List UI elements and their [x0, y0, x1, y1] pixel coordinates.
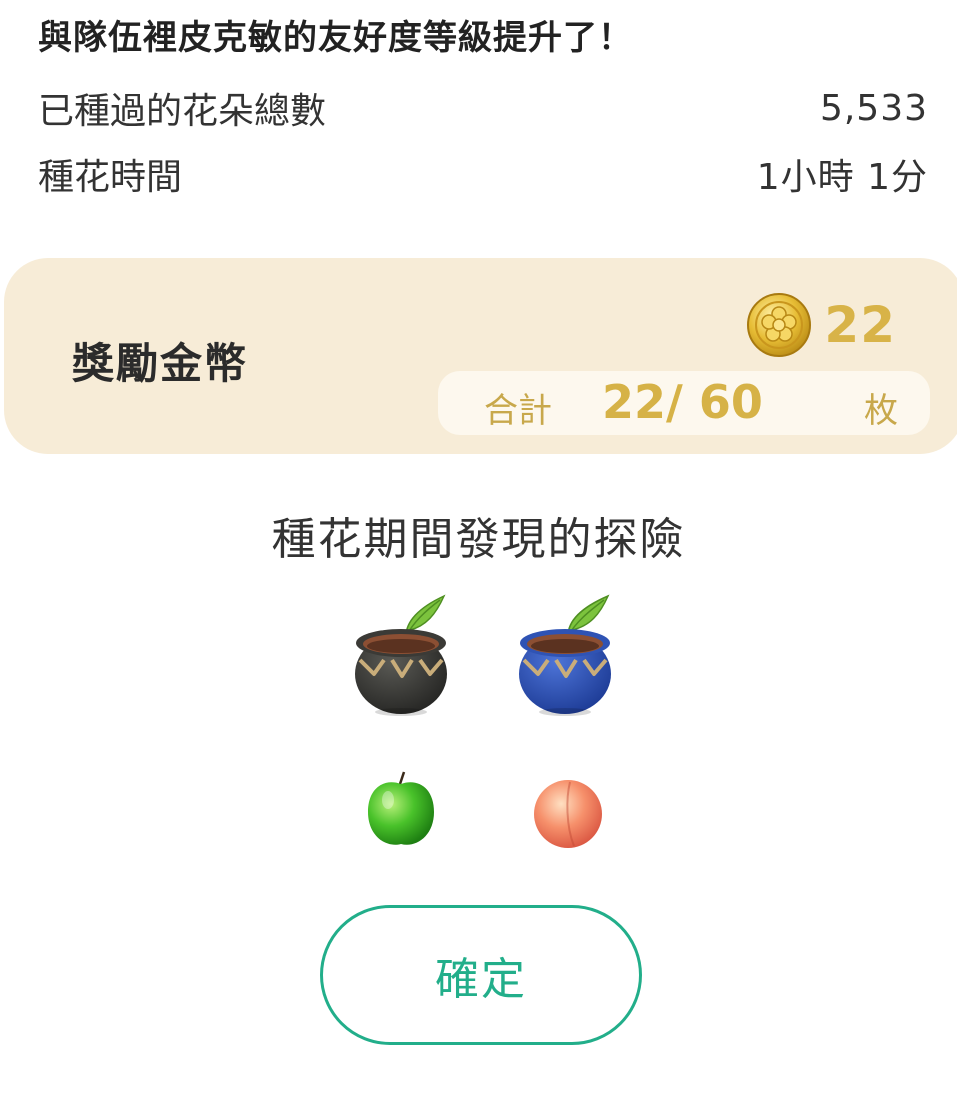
stat-value: 5,533: [819, 87, 928, 129]
stat-row-flowers-planted: 已種過的花朵總數 5,533: [38, 82, 928, 134]
coin-amount: 22: [824, 296, 896, 354]
peach-icon: [534, 780, 602, 848]
coin-total-box: 合計 22/ 60 枚: [438, 371, 930, 435]
stat-label: 種花時間: [38, 157, 183, 198]
reward-title: 獎勵金幣: [72, 339, 249, 388]
green-apple-icon: [368, 771, 434, 845]
friendship-message: 與隊伍裡皮克敏的友好度等級提升了！: [38, 18, 633, 58]
reward-coins-card: 獎勵金幣 22 合計 22/ 60 枚: [4, 258, 957, 454]
stat-value: 1小時 1分: [756, 157, 928, 198]
total-label: 合計: [484, 391, 552, 431]
stat-label: 已種過的花朵總數: [38, 91, 327, 132]
confirm-button[interactable]: 確定: [320, 905, 642, 1045]
adventures-heading: 種花期間發現的探險: [271, 514, 686, 565]
stat-row-planting-time: 種花時間 1小時 1分: [38, 148, 928, 200]
blue-planter-pot-icon: [519, 594, 611, 716]
total-unit: 枚: [864, 391, 898, 431]
total-value: 22/ 60: [602, 375, 763, 429]
black-planter-pot-icon: [355, 594, 447, 716]
coin-amount-row: 22: [746, 292, 896, 358]
coin-icon: [747, 293, 812, 357]
